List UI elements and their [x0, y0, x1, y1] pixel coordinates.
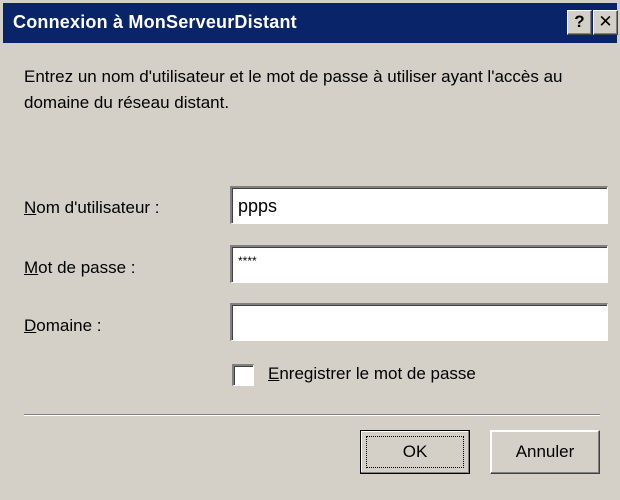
password-field[interactable]: **** — [230, 245, 608, 283]
save-password-checkbox[interactable] — [232, 364, 254, 386]
save-password-label-accel: E — [268, 364, 280, 383]
title-bar[interactable]: Connexion à MonServeurDistant ? ✕ — [3, 3, 618, 43]
close-icon: ✕ — [598, 12, 613, 31]
save-password-label-text: nregistrer le mot de passe — [279, 364, 476, 383]
password-label-text: ot de passe : — [38, 258, 136, 277]
instructions-text: Entrez un nom d'utilisateur et le mot de… — [24, 67, 563, 112]
username-label-text: om d'utilisateur : — [36, 198, 160, 217]
login-dialog: Connexion à MonServeurDistant ? ✕ Entrez… — [0, 0, 620, 500]
separator — [24, 414, 600, 416]
ok-button[interactable]: OK — [360, 430, 470, 474]
username-label: Nom d'utilisateur : — [24, 198, 160, 218]
dialog-title: Connexion à MonServeurDistant — [13, 12, 297, 32]
focus-rectangle — [366, 436, 464, 468]
cancel-button[interactable]: Annuler — [490, 430, 600, 474]
domain-label-text: omaine : — [36, 316, 102, 335]
password-label-accel: M — [24, 258, 39, 277]
domain-label-accel: D — [24, 316, 37, 335]
help-button[interactable]: ? — [567, 10, 592, 35]
password-label: Mot de passe : — [24, 258, 136, 278]
username-label-accel: N — [24, 198, 37, 217]
save-password-label[interactable]: Enregistrer le mot de passe — [268, 364, 476, 384]
domain-label: Domaine : — [24, 316, 101, 336]
question-mark-icon: ? — [574, 12, 585, 31]
cancel-button-label: Annuler — [515, 442, 575, 461]
close-button[interactable]: ✕ — [593, 10, 618, 35]
domain-field[interactable] — [230, 303, 608, 341]
username-field[interactable]: ppps — [230, 186, 608, 224]
